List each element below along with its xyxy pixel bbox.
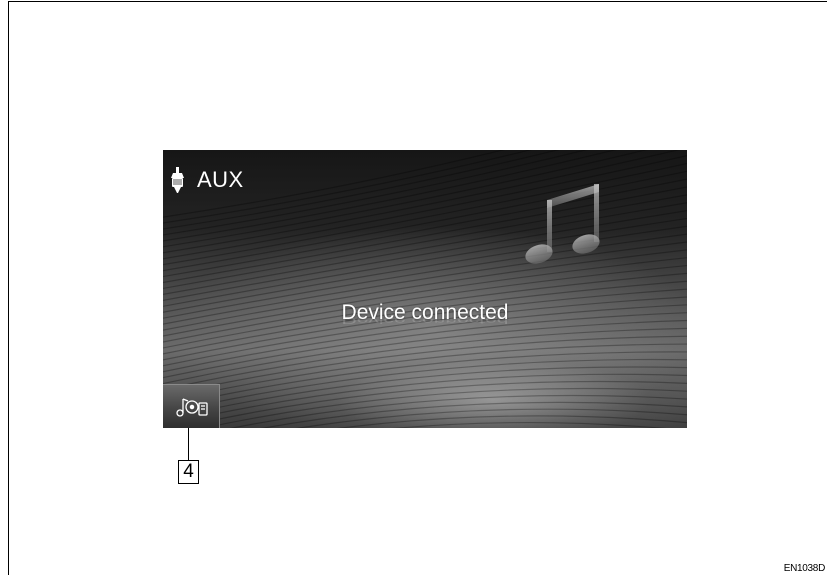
media-source-button[interactable] — [163, 384, 220, 428]
page-frame-top — [8, 1, 827, 2]
background-stripe — [391, 421, 667, 428]
background-stripe — [163, 327, 687, 391]
callout-leader-line — [188, 428, 189, 460]
background-stripe — [163, 209, 687, 301]
callout-number: 4 — [178, 460, 199, 484]
background-stripe — [229, 394, 687, 428]
page-frame-left — [8, 1, 9, 575]
screen-header: AUX — [169, 166, 244, 194]
background-stripe — [163, 150, 648, 248]
figure-code: EN1038D — [783, 563, 826, 574]
aux-screen: AUX Device connected Device connected — [163, 150, 687, 428]
background-stripe — [163, 319, 687, 385]
background-stripe — [163, 150, 588, 236]
music-note-icon — [525, 184, 600, 264]
media-source-icon — [176, 398, 208, 417]
aux-plug-icon — [171, 167, 184, 193]
screen-title: AUX — [197, 167, 244, 192]
background-stripe — [163, 202, 687, 296]
status-reflection: Device connected — [341, 315, 509, 326]
